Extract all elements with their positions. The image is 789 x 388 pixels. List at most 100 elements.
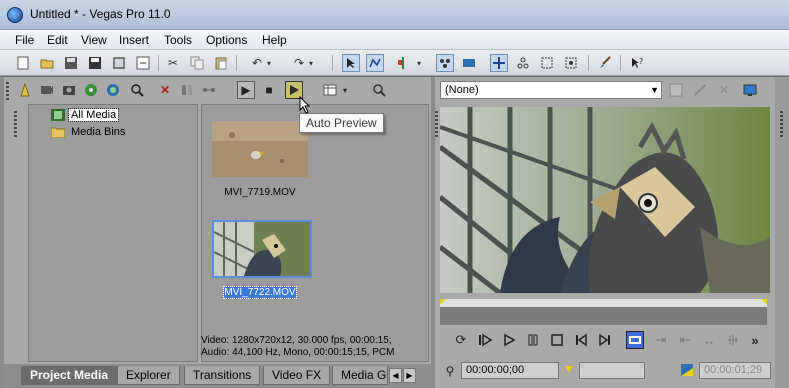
pause-icon[interactable] <box>524 331 542 349</box>
preview-play-icon[interactable]: ▶ <box>237 81 255 99</box>
title-bar: Untitled * - Vegas Pro 11.0 <box>0 0 789 30</box>
get-media-from-web-icon[interactable] <box>104 81 122 99</box>
loop-playback-icon[interactable]: ⟳ <box>452 331 470 349</box>
copy-icon[interactable] <box>188 54 206 72</box>
adjacent-panel-edge <box>775 77 789 388</box>
menu-view[interactable]: View <box>81 33 107 47</box>
remove-media-icon[interactable]: ✕ <box>156 81 174 99</box>
media-fx-icon[interactable] <box>178 81 196 99</box>
properties-icon[interactable] <box>134 54 152 72</box>
tab-scroll-left-icon[interactable]: ◀ <box>389 368 402 383</box>
media-list: MVI_7719.MOV MVI_7722.MOV <box>201 104 429 362</box>
out-point-marker-icon[interactable] <box>681 364 693 376</box>
normal-edit-tool-icon[interactable] <box>342 54 360 72</box>
tab-scroll-right-icon[interactable]: ▶ <box>403 368 416 383</box>
more-controls-icon[interactable]: » <box>746 331 764 349</box>
play-from-start-icon[interactable] <box>476 331 494 349</box>
tab-media-generators[interactable]: Media Ge <box>332 366 388 385</box>
enable-snapping-icon[interactable] <box>394 54 412 72</box>
svg-text:?: ? <box>639 57 643 66</box>
paint-brush-icon[interactable] <box>596 54 614 72</box>
preview-stop-icon[interactable]: ■ <box>260 81 278 99</box>
media-generators-icon[interactable] <box>200 81 218 99</box>
media-search-icon[interactable] <box>370 81 388 99</box>
views-dropdown-icon[interactable]: ▾ <box>339 81 351 99</box>
tree-item-media-bins[interactable]: Media Bins <box>51 124 127 140</box>
video-preview-mode-icon[interactable] <box>626 331 644 349</box>
capture-video-icon[interactable] <box>38 81 56 99</box>
preview-preset-select[interactable]: (None) ▼ <box>440 81 662 99</box>
workspace: ✕ ▶ ■ ▾ All Media Media Bins MVI_7719.MO… <box>0 77 789 388</box>
folder-icon <box>51 127 65 138</box>
play-icon[interactable] <box>500 331 518 349</box>
cut-icon[interactable]: ✂ <box>164 54 182 72</box>
zoom-tool-icon[interactable] <box>562 54 580 72</box>
go-to-start-icon[interactable] <box>572 331 590 349</box>
lock-envelopes-icon[interactable] <box>490 54 508 72</box>
extract-audio-cd-icon[interactable] <box>82 81 100 99</box>
window-docking-tabs: Project Media Explorer Transitions Video… <box>4 364 431 388</box>
stop-icon[interactable] <box>548 331 566 349</box>
open-icon[interactable] <box>38 54 56 72</box>
paste-icon[interactable] <box>212 54 230 72</box>
menu-bar: File Edit View Insert Tools Options Help <box>0 30 789 50</box>
go-to-end-icon[interactable] <box>596 331 614 349</box>
current-timecode[interactable]: 00:00:00;00 <box>461 362 559 379</box>
search-media-icon[interactable] <box>128 81 146 99</box>
menu-file[interactable]: File <box>15 33 34 47</box>
save-as-icon[interactable] <box>86 54 104 72</box>
panel-grip[interactable] <box>14 111 17 137</box>
redo-dropdown-icon[interactable]: ▾ <box>306 54 316 72</box>
views-icon[interactable] <box>321 81 339 99</box>
envelope-edit-tool-icon[interactable] <box>366 54 384 72</box>
window-title: Untitled * - Vegas Pro 11.0 <box>30 7 171 21</box>
undo-dropdown-icon[interactable]: ▾ <box>264 54 274 72</box>
in-point-marker-icon[interactable] <box>564 365 574 375</box>
render-icon[interactable] <box>110 54 128 72</box>
tab-video-fx[interactable]: Video FX <box>263 366 331 385</box>
ignore-grouping-icon[interactable] <box>514 54 532 72</box>
tab-transitions[interactable]: Transitions <box>184 366 261 385</box>
media-thumbnail-mvi-7719[interactable] <box>212 121 308 177</box>
chevron-down-icon: ▼ <box>650 85 659 95</box>
previous-frame-icon[interactable]: ⇥ <box>652 331 670 349</box>
menu-insert[interactable]: Insert <box>119 33 149 47</box>
whats-this-help-icon[interactable]: ? <box>628 54 646 72</box>
panel-grip[interactable] <box>435 111 438 137</box>
get-photo-icon[interactable] <box>60 81 78 99</box>
menu-edit[interactable]: Edit <box>47 33 68 47</box>
tree-label-media-bins: Media Bins <box>71 126 126 138</box>
toolbar-divider <box>236 55 237 71</box>
auto-ripple-icon[interactable] <box>460 54 478 72</box>
preview-scrub-area[interactable] <box>440 299 767 325</box>
copy-snapshot-icon[interactable]: ✕ <box>715 81 733 99</box>
import-media-icon[interactable] <box>16 81 34 99</box>
toolbar-divider <box>332 55 333 71</box>
menu-options[interactable]: Options <box>206 33 247 47</box>
vegas-app-icon[interactable] <box>7 7 23 23</box>
panel-grip[interactable] <box>780 111 783 137</box>
media-thumbnail-mvi-7722[interactable] <box>212 220 312 278</box>
select-tool-icon[interactable] <box>538 54 556 72</box>
main-toolbar: ✂ ↶ ▾ ↷ ▾ ▾ ? <box>0 50 789 76</box>
split-screen-icon[interactable] <box>691 81 709 99</box>
toolbar-divider <box>620 55 621 71</box>
menu-help[interactable]: Help <box>262 33 287 47</box>
split-view-icon[interactable]: ↔ <box>700 331 718 349</box>
new-project-icon[interactable] <box>14 54 32 72</box>
end-timecode[interactable]: 00:00:01;29 <box>699 362 771 379</box>
toolbar-divider <box>588 55 589 71</box>
next-frame-icon[interactable]: ⇤ <box>676 331 694 349</box>
tree-item-all-media[interactable]: All Media <box>51 107 120 123</box>
video-output-fx-icon[interactable] <box>667 81 685 99</box>
snapping-dropdown-icon[interactable]: ▾ <box>414 54 424 72</box>
preview-on-external-monitor-icon[interactable] <box>741 81 759 99</box>
save-icon[interactable] <box>62 54 80 72</box>
selection-length[interactable] <box>579 362 645 379</box>
menu-tools[interactable]: Tools <box>164 33 192 47</box>
auto-crossfades-icon[interactable] <box>436 54 454 72</box>
tab-project-media[interactable]: Project Media <box>21 366 118 385</box>
tab-explorer[interactable]: Explorer <box>117 366 180 385</box>
panel-grip[interactable] <box>6 82 9 100</box>
audio-scrub-icon[interactable] <box>724 331 742 349</box>
